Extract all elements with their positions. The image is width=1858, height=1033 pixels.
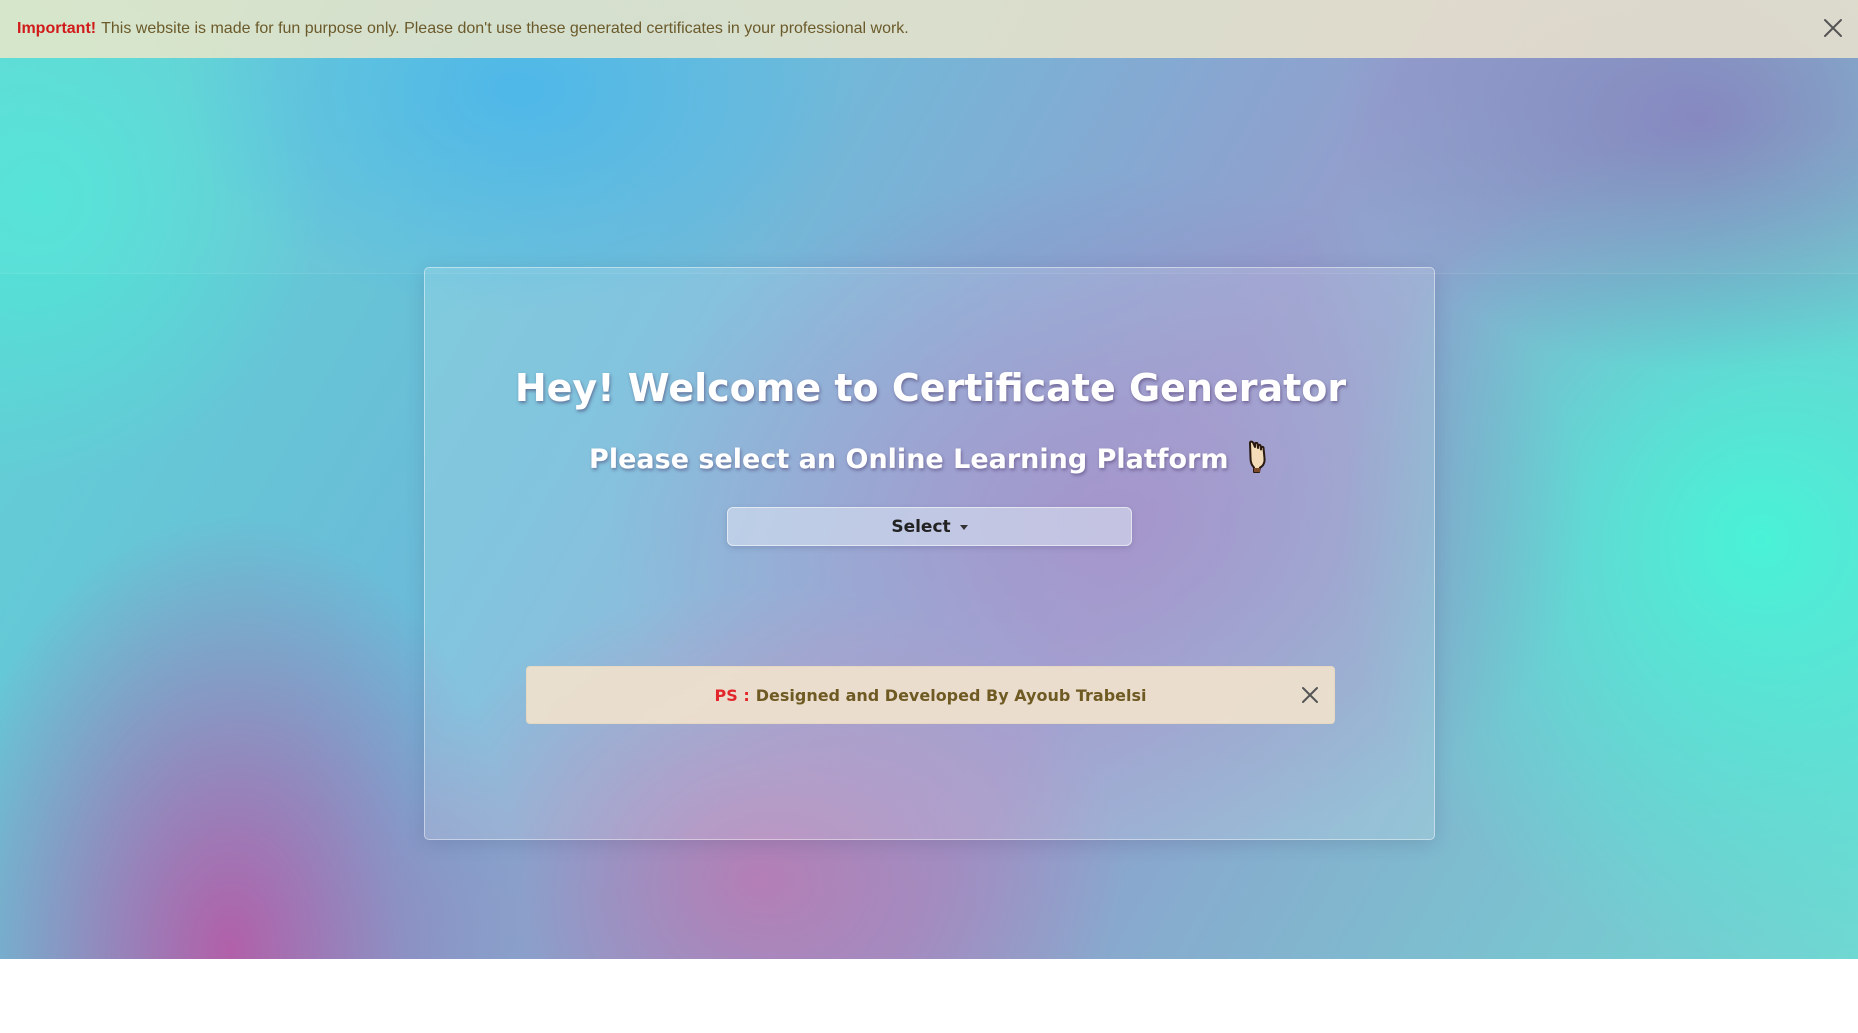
- ps-label: PS :: [714, 685, 750, 705]
- close-icon[interactable]: [1822, 17, 1844, 39]
- main-card: Hey! Welcome to Certificate Generator Pl…: [424, 267, 1435, 840]
- select-label: Select: [891, 516, 951, 537]
- important-message: This website is made for fun purpose onl…: [101, 20, 909, 37]
- page-title: Hey! Welcome to Certificate Generator: [514, 366, 1347, 410]
- close-icon[interactable]: [1301, 686, 1319, 704]
- important-alert: Important! This website is made for fun …: [0, 0, 1858, 58]
- subtitle-text: Please select an Online Learning Platfor…: [589, 444, 1229, 475]
- ps-alert: PS : Designed and Developed By Ayoub Tra…: [526, 666, 1335, 724]
- caret-down-icon: [959, 525, 968, 530]
- important-label: Important!: [17, 20, 97, 37]
- pointing-hand-icon: [1246, 440, 1272, 481]
- ps-message: Designed and Developed By Ayoub Trabelsi: [755, 685, 1147, 705]
- page-subtitle: Please select an Online Learning Platfor…: [425, 440, 1436, 481]
- platform-select-button[interactable]: Select: [727, 507, 1132, 546]
